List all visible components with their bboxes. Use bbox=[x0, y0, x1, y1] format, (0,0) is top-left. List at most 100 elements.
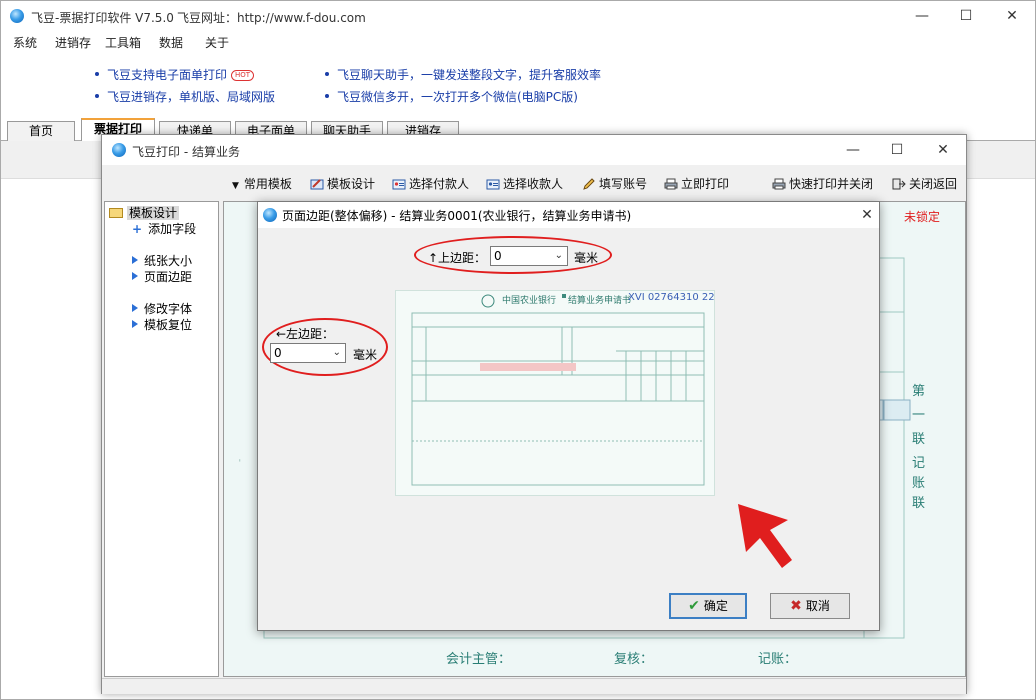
settle-title: 飞豆打印 - 结算业务 bbox=[132, 145, 240, 159]
tree-paper-size[interactable]: 纸张大小 bbox=[132, 252, 192, 269]
bill-side-text-1: 第 bbox=[912, 384, 926, 399]
close-icon[interactable]: ✕ bbox=[928, 139, 958, 161]
toolbar-label: 关闭返回 bbox=[909, 177, 958, 191]
left-margin-unit: 毫米 bbox=[353, 348, 378, 362]
ok-button[interactable]: ✔ 确定 bbox=[669, 593, 747, 619]
dialog-title-bar: 页面边距(整体偏移) - 结算业务0001(农业银行，结算业务申请书) ✕ bbox=[258, 202, 879, 228]
left-margin-value: 0 bbox=[274, 346, 282, 360]
tree-root-label: 模板设计 bbox=[127, 206, 180, 220]
left-margin-label: ←左边距： bbox=[276, 327, 335, 341]
printer-icon bbox=[772, 178, 786, 190]
left-margin-select[interactable]: 0 ⌄ bbox=[270, 343, 346, 363]
toolbar-label: 快速打印并关闭 bbox=[789, 177, 874, 191]
toolbar-label: 常用模板 bbox=[243, 177, 292, 191]
svg-text:-: - bbox=[235, 459, 245, 462]
tree-page-margin[interactable]: 页面边距 bbox=[132, 268, 192, 285]
tree-edit-font[interactable]: 修改字体 bbox=[132, 300, 192, 317]
top-margin-label: ↑上边距： bbox=[428, 251, 487, 265]
fill-account-button[interactable]: 填写账号 bbox=[582, 175, 647, 192]
menu-data[interactable]: 数据 bbox=[159, 34, 183, 51]
toolbar-label: 立即打印 bbox=[681, 177, 730, 191]
bill-preview: 中国农业银行 结算业务申请书 XVI 02764310 22 bbox=[395, 290, 715, 496]
menu-toolbox[interactable]: 工具箱 bbox=[105, 34, 141, 51]
select-payee-button[interactable]: 选择收款人 bbox=[486, 175, 563, 192]
tree-label: 页面边距 bbox=[144, 270, 193, 284]
ad-link-wechat[interactable]: 飞豆微信多开，一次打开多个微信(电脑PC版) bbox=[337, 88, 578, 105]
dialog-title: 页面边距(整体偏移) - 结算业务0001(农业银行，结算业务申请书) bbox=[282, 209, 632, 223]
pencil-icon bbox=[583, 178, 595, 190]
menu-bar: 系统 进销存 工具箱 数据 关于 bbox=[1, 31, 1035, 53]
print-now-button[interactable]: 立即打印 bbox=[664, 175, 729, 192]
annotation-arrow-icon bbox=[738, 504, 792, 568]
cancel-label: 取消 bbox=[805, 599, 830, 613]
bill-side-text-3: 联 bbox=[912, 432, 926, 447]
ad-link-edocs[interactable]: 飞豆支持电子面单打印 HOT bbox=[107, 66, 255, 83]
minimize-icon[interactable]: — bbox=[838, 139, 868, 161]
template-tree: 模板设计 + 添加字段 纸张大小 页面边距 修改字体 模板复位 bbox=[104, 201, 219, 677]
bill-footer-bookkeeping: 记账： bbox=[758, 652, 798, 667]
menu-system[interactable]: 系统 bbox=[13, 34, 37, 51]
title-bar: 飞豆-票据打印软件 V7.5.0 飞豆网址：http://www.f-dou.c… bbox=[1, 1, 1035, 31]
bill-side-text-6: 联 bbox=[912, 496, 926, 511]
bullet-icon bbox=[95, 72, 99, 76]
close-icon[interactable]: ✕ bbox=[852, 204, 882, 226]
chevron-down-icon: ⌄ bbox=[554, 250, 563, 261]
select-payer-button[interactable]: 选择付款人 bbox=[392, 175, 469, 192]
design-icon bbox=[310, 179, 324, 190]
toolbar-label: 填写账号 bbox=[599, 177, 648, 191]
cancel-button[interactable]: ✖ 取消 bbox=[770, 593, 850, 619]
maximize-icon[interactable]: ☐ bbox=[882, 139, 912, 161]
app-logo-icon bbox=[263, 208, 277, 222]
bill-footer-review: 复核： bbox=[614, 652, 654, 667]
menu-about[interactable]: 关于 bbox=[205, 34, 229, 51]
printer-icon bbox=[664, 178, 678, 190]
x-icon: ✖ bbox=[790, 598, 802, 614]
bill-side-text-5: 账 bbox=[912, 476, 926, 491]
lock-status: 未锁定 bbox=[904, 210, 941, 224]
check-icon: ✔ bbox=[688, 598, 700, 614]
plus-icon: + bbox=[132, 222, 143, 236]
common-template-button[interactable]: ▼ 常用模板 bbox=[232, 175, 292, 192]
toolbar-label: 模板设计 bbox=[327, 177, 376, 191]
settle-toolbar: ▼ 常用模板 模板设计 选择付款人 选择收款人 填写账号 立即打印 快速打印并关闭… bbox=[102, 167, 966, 199]
maximize-icon[interactable]: ☐ bbox=[951, 5, 981, 27]
folder-icon bbox=[109, 208, 123, 218]
bill-side-text-4: 记 bbox=[912, 456, 926, 471]
triangle-icon bbox=[132, 256, 138, 264]
tree-root-template-design[interactable]: 模板设计 bbox=[109, 204, 180, 221]
card-icon bbox=[486, 179, 500, 190]
bullet-icon bbox=[325, 72, 329, 76]
ad-link-chat[interactable]: 飞豆聊天助手，一键发送整段文字，提升客服效率 bbox=[337, 66, 601, 83]
dropdown-arrow-icon: ▼ bbox=[232, 181, 239, 191]
triangle-icon bbox=[132, 304, 138, 312]
card-icon bbox=[392, 179, 406, 190]
preview-form-title: 结算业务申请书 bbox=[568, 296, 632, 306]
menu-inventory[interactable]: 进销存 bbox=[55, 34, 91, 51]
close-icon[interactable]: ✕ bbox=[997, 5, 1027, 27]
chevron-down-icon: ⌄ bbox=[332, 347, 341, 358]
tab-home[interactable]: 首页 bbox=[7, 121, 75, 142]
tree-label: 模板复位 bbox=[144, 318, 193, 332]
bill-footer-accounting: 会计主管： bbox=[446, 652, 512, 667]
quick-print-close-button[interactable]: 快速打印并关闭 bbox=[772, 175, 873, 192]
tree-label: 添加字段 bbox=[148, 222, 197, 236]
triangle-icon bbox=[132, 320, 138, 328]
tree-add-field[interactable]: + 添加字段 bbox=[132, 220, 196, 237]
top-margin-value: 0 bbox=[494, 249, 502, 263]
status-strip bbox=[102, 678, 966, 694]
app-logo-icon bbox=[112, 143, 126, 157]
template-design-button[interactable]: 模板设计 bbox=[310, 175, 375, 192]
top-margin-unit: 毫米 bbox=[574, 251, 599, 265]
app-website: 飞豆网址：http://www.f-dou.com bbox=[177, 11, 366, 25]
settle-title-bar: 飞豆打印 - 结算业务 — ☐ ✕ bbox=[102, 135, 966, 165]
minimize-icon[interactable]: — bbox=[907, 5, 937, 27]
close-return-button[interactable]: 关闭返回 bbox=[892, 175, 957, 192]
tree-label: 纸张大小 bbox=[144, 254, 193, 268]
bullet-icon bbox=[325, 94, 329, 98]
bullet-icon bbox=[95, 94, 99, 98]
bill-preview-graphic bbox=[411, 294, 705, 486]
top-margin-select[interactable]: 0 ⌄ bbox=[490, 246, 568, 266]
ad-link-inventory[interactable]: 飞豆进销存，单机版、局域网版 bbox=[107, 88, 275, 105]
app-logo-icon bbox=[10, 9, 24, 23]
tree-template-reset[interactable]: 模板复位 bbox=[132, 316, 192, 333]
